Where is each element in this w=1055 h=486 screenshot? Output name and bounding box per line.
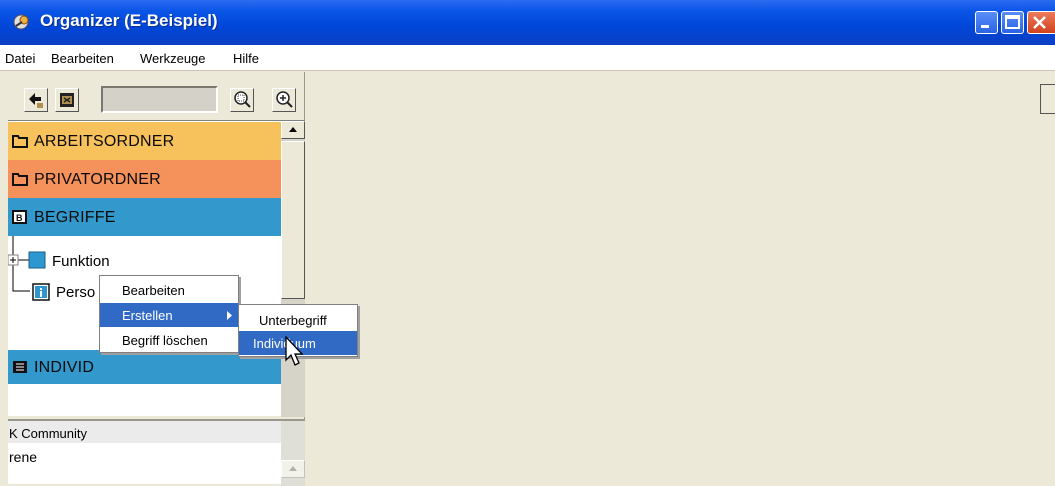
- details-value[interactable]: rene: [9, 449, 37, 465]
- document-icon: [60, 93, 74, 107]
- close-icon: [1033, 16, 1046, 29]
- minimize-button[interactable]: [975, 11, 998, 34]
- workspace-control[interactable]: [1040, 84, 1055, 114]
- zoom-out-button[interactable]: [272, 88, 296, 112]
- arrow-up-icon: [289, 127, 297, 132]
- menu-bar: Datei Bearbeiten Werkzeuge Hilfe: [0, 45, 1055, 71]
- tree-item-funktion[interactable]: Funktion: [52, 253, 110, 270]
- list-icon: [13, 361, 27, 373]
- begriffe-icon: B: [12, 210, 27, 224]
- application-window: Organizer (E-Beispiel) Datei Bearbeiten …: [0, 0, 1055, 486]
- details-scrollbar[interactable]: [281, 421, 305, 486]
- menu-hilfe[interactable]: Hilfe: [233, 51, 259, 66]
- folder-label: INDIVID: [34, 359, 95, 376]
- menu-datei[interactable]: Datei: [5, 51, 35, 66]
- folder-label: BEGRIFFE: [34, 209, 116, 226]
- details-header: K Community: [8, 421, 281, 443]
- submenu-arrow-icon: [227, 311, 232, 320]
- toolbar: [0, 72, 305, 120]
- title-bar[interactable]: Organizer (E-Beispiel): [0, 0, 1055, 45]
- folder-privatordner[interactable]: PRIVATORDNER: [8, 160, 281, 198]
- folder-icon: [12, 135, 28, 148]
- context-menu: Bearbeiten Erstellen Begriff löschen: [99, 275, 239, 353]
- menu-item-bearbeiten[interactable]: Bearbeiten: [100, 278, 238, 302]
- folder-icon: [12, 173, 28, 186]
- zoom-in-button[interactable]: [230, 88, 254, 112]
- svg-text:B: B: [16, 213, 23, 223]
- back-arrow-icon: [29, 93, 43, 108]
- details-pane: K Community rene: [8, 419, 305, 486]
- menu-bearbeiten[interactable]: Bearbeiten: [51, 51, 114, 66]
- workspace[interactable]: [306, 72, 1055, 484]
- scrollbar-thumb[interactable]: [281, 141, 305, 299]
- navigator: ARBEITSORDNER PRIVATORDNER B BEGRIFFE Fu…: [8, 120, 305, 417]
- search-input[interactable]: [101, 86, 218, 113]
- folder-arbeitsordner[interactable]: ARBEITSORDNER: [8, 122, 281, 160]
- menu-item-unterbegriff[interactable]: Unterbegriff: [239, 308, 357, 332]
- close-button[interactable]: [1027, 11, 1055, 34]
- scroll-up-button[interactable]: [281, 121, 305, 139]
- info-icon: [32, 283, 50, 301]
- window-title: Organizer (E-Beispiel): [40, 11, 218, 30]
- folder-begriffe[interactable]: B BEGRIFFE: [8, 198, 281, 236]
- folder-label: PRIVATORDNER: [34, 171, 161, 188]
- menu-item-begriff-loeschen[interactable]: Begriff löschen: [100, 328, 238, 352]
- scroll-up-button[interactable]: [281, 460, 305, 478]
- maximize-icon: [1005, 15, 1020, 29]
- folder-tool-button[interactable]: [55, 88, 79, 112]
- maximize-button[interactable]: [1001, 11, 1024, 34]
- folder-label: ARBEITSORDNER: [34, 133, 175, 150]
- mouse-cursor-icon: [285, 336, 304, 366]
- magnifier-icon: [276, 91, 293, 108]
- vertical-scrollbar[interactable]: [281, 121, 305, 417]
- minimize-icon: [981, 25, 989, 28]
- arrow-up-icon: [289, 466, 297, 471]
- back-button[interactable]: [24, 88, 48, 112]
- concept-icon: [28, 251, 46, 269]
- menu-item-erstellen[interactable]: Erstellen: [100, 303, 238, 327]
- menu-werkzeuge[interactable]: Werkzeuge: [140, 51, 206, 66]
- magnifier-icon: [234, 91, 251, 108]
- app-icon: [13, 14, 29, 30]
- tree-item-person[interactable]: Perso: [56, 284, 95, 301]
